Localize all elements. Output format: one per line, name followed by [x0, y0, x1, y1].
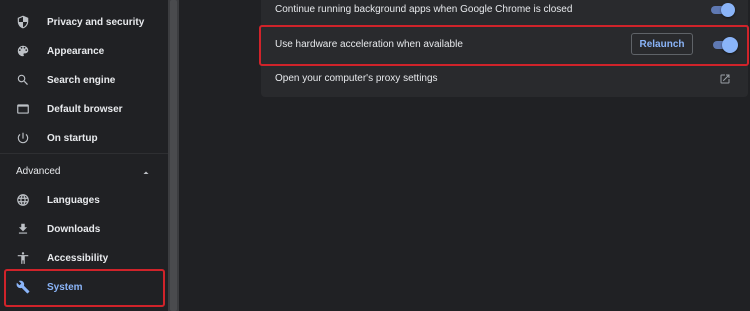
- proxy-settings-label: Open your computer's proxy settings: [275, 73, 438, 84]
- sidebar-item-label: System: [47, 281, 83, 293]
- sidebar-item-appearance[interactable]: Appearance: [0, 37, 168, 65]
- sidebar-item-label: Privacy and security: [47, 16, 145, 28]
- sidebar-item-label: On startup: [47, 132, 98, 144]
- browser-window-icon: [16, 102, 30, 116]
- sidebar-item-label: Downloads: [47, 223, 101, 235]
- background-apps-toggle[interactable]: [709, 3, 735, 17]
- accessibility-icon: [16, 251, 30, 265]
- advanced-label: Advanced: [16, 166, 61, 177]
- system-settings-card: Continue running background apps when Go…: [261, 0, 748, 97]
- scrollbar-thumb[interactable]: [170, 0, 177, 311]
- sidebar: Privacy and security Appearance Search e…: [0, 0, 168, 311]
- sidebar-item-on-startup[interactable]: On startup: [0, 124, 168, 152]
- sidebar-divider: [0, 153, 168, 154]
- background-apps-label: Continue running background apps when Go…: [275, 4, 573, 15]
- sidebar-item-downloads[interactable]: Downloads: [0, 215, 168, 243]
- sidebar-item-label: Languages: [47, 194, 100, 206]
- sidebar-item-search-engine[interactable]: Search engine: [0, 66, 168, 94]
- toggle-knob: [721, 3, 735, 17]
- sidebar-item-accessibility[interactable]: Accessibility: [0, 244, 168, 272]
- chevron-up-icon: [140, 166, 152, 178]
- background-apps-row[interactable]: Continue running background apps when Go…: [261, 0, 748, 25]
- external-link-icon[interactable]: [719, 73, 731, 85]
- sidebar-item-label: Search engine: [47, 74, 116, 86]
- sidebar-item-label: Appearance: [47, 45, 105, 57]
- search-icon: [16, 73, 30, 87]
- toggle-knob: [722, 37, 738, 53]
- sidebar-item-languages[interactable]: Languages: [0, 186, 168, 214]
- power-icon: [16, 131, 30, 145]
- sidebar-item-label: Accessibility: [47, 252, 109, 264]
- hardware-acceleration-toggle[interactable]: [711, 37, 738, 53]
- sidebar-item-privacy-and-security[interactable]: Privacy and security: [0, 8, 168, 36]
- sidebar-item-system[interactable]: System: [0, 273, 168, 301]
- wrench-icon: [16, 280, 30, 294]
- proxy-settings-row[interactable]: Open your computer's proxy settings: [261, 65, 748, 97]
- download-icon: [16, 222, 30, 236]
- advanced-section-toggle[interactable]: Advanced: [0, 162, 168, 182]
- hardware-acceleration-label: Use hardware acceleration when available: [275, 39, 463, 50]
- sidebar-item-default-browser[interactable]: Default browser: [0, 95, 168, 123]
- palette-icon: [16, 44, 30, 58]
- shield-icon: [16, 15, 30, 29]
- globe-icon: [16, 193, 30, 207]
- sidebar-item-label: Default browser: [47, 103, 123, 115]
- settings-window: Privacy and security Appearance Search e…: [0, 0, 750, 311]
- relaunch-button[interactable]: Relaunch: [631, 33, 693, 55]
